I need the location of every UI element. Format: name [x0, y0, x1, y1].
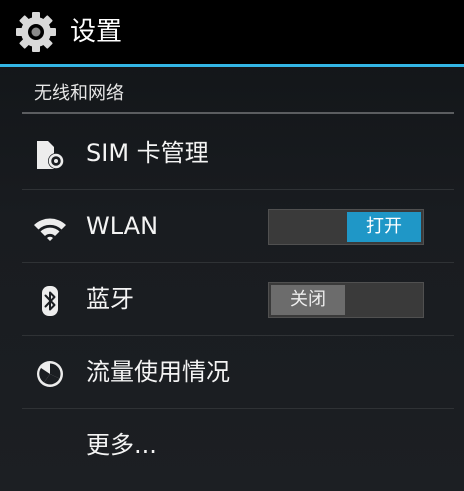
bluetooth-label: 蓝牙 [86, 285, 134, 313]
sim-card-management-label: SIM 卡管理 [86, 139, 209, 167]
gear-icon[interactable] [14, 10, 58, 54]
wlan-label: WLAN [86, 212, 159, 240]
section-divider [22, 112, 454, 114]
page-title: 设置 [70, 17, 123, 47]
section-title: 无线和网络 [34, 83, 124, 104]
settings-screen: 设置 无线和网络 SIM 卡管理 WLAN 打开 蓝牙 关闭 流量使用情况 更多… [0, 0, 464, 491]
bluetooth-icon [42, 286, 58, 316]
data-usage-item[interactable]: 流量使用情况 [0, 336, 464, 409]
wlan-toggle-state: 打开 [347, 212, 421, 242]
wlan-toggle[interactable]: 打开 [268, 209, 424, 245]
wifi-icon [34, 218, 66, 241]
action-bar-divider [0, 64, 464, 67]
data-usage-icon [37, 361, 63, 387]
sim-card-icon [37, 141, 64, 169]
bluetooth-item[interactable]: 蓝牙 关闭 [0, 263, 464, 336]
data-usage-label: 流量使用情况 [86, 358, 230, 386]
bluetooth-toggle[interactable]: 关闭 [268, 282, 424, 318]
sim-card-management-item[interactable]: SIM 卡管理 [0, 117, 464, 190]
more-item[interactable]: 更多... [0, 409, 464, 482]
wlan-item[interactable]: WLAN 打开 [0, 190, 464, 263]
action-bar: 设置 [0, 0, 464, 66]
bluetooth-toggle-state: 关闭 [271, 285, 345, 315]
section-header: 无线和网络 [22, 80, 454, 114]
more-label: 更多... [86, 431, 157, 459]
